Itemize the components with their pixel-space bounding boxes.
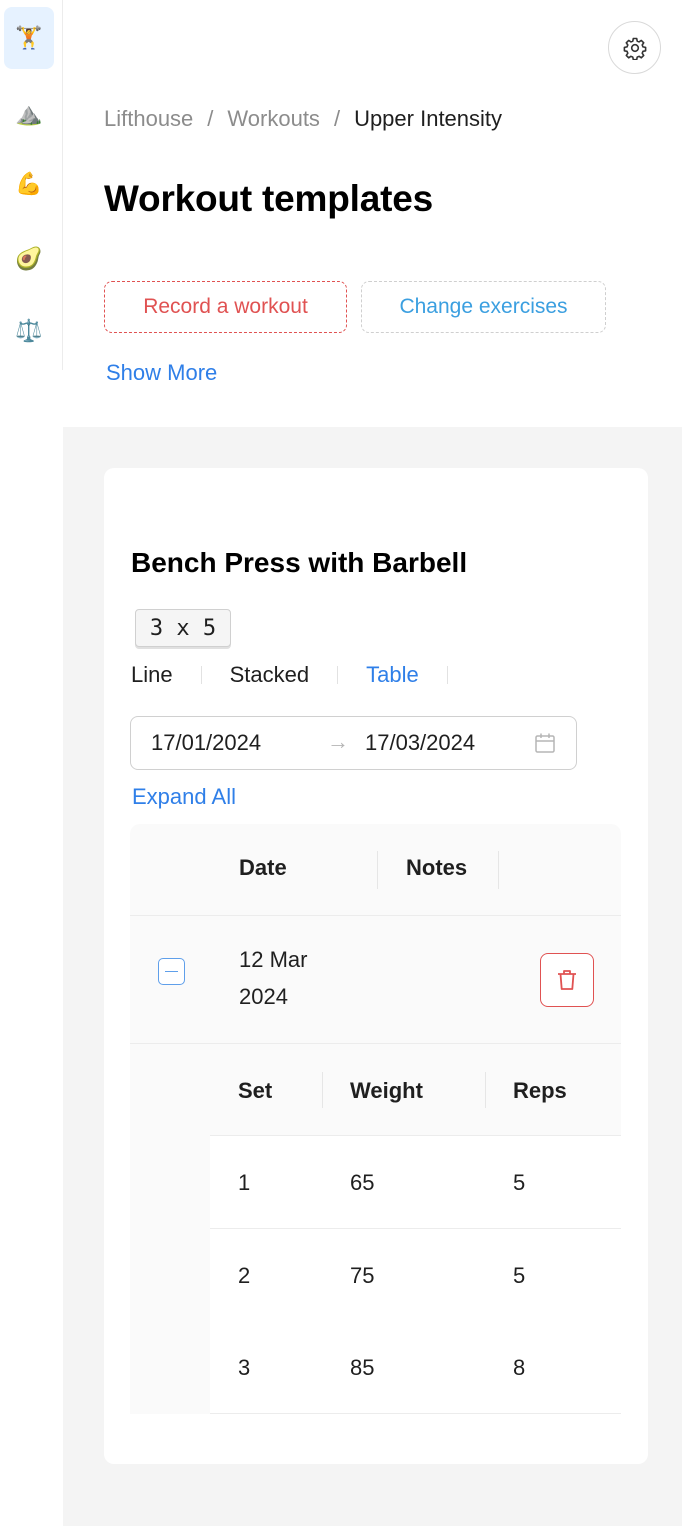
nav-item-weight[interactable]: ⚖️ (4, 300, 54, 362)
tab-divider (446, 666, 448, 684)
breadcrumb-item-current: Upper Intensity (354, 106, 503, 131)
column-divider (485, 1072, 486, 1108)
nav-rail: 🏋️ ⛰️ 💪 🥑 ⚖️ (0, 0, 63, 370)
page-title: Workout templates (104, 178, 433, 219)
minus-icon (165, 970, 178, 973)
range-end-input[interactable]: 17/03/2024 (365, 730, 475, 756)
settings-button[interactable] (608, 21, 661, 74)
range-arrow-icon: → (327, 729, 349, 754)
table-row: 12 Mar 2024 (130, 916, 621, 1044)
avocado-icon: 🥑 (15, 246, 43, 271)
tab-line[interactable]: Line (131, 662, 173, 688)
nav-item-muscle[interactable]: 💪 (4, 153, 54, 215)
breadcrumb-separator: / (207, 106, 214, 131)
show-more-link[interactable]: Show More (106, 360, 217, 386)
nav-item-nutrition[interactable]: 🥑 (4, 228, 54, 290)
weightlifter-icon: 🏋️ (15, 25, 43, 50)
column-header-date: Date (239, 855, 287, 880)
set-reps: 5 (513, 1263, 526, 1288)
set-number: 1 (238, 1170, 251, 1195)
column-divider (322, 1072, 323, 1108)
tab-stacked[interactable]: Stacked (230, 662, 310, 688)
trash-icon (558, 970, 576, 990)
tab-table[interactable]: Table (366, 662, 419, 688)
breadcrumb-separator: / (333, 106, 341, 131)
column-divider (498, 851, 499, 889)
column-header-reps: Reps (513, 1078, 567, 1103)
breadcrumb-item-lifthouse[interactable]: Lifthouse (104, 106, 193, 132)
set-weight: 85 (350, 1355, 375, 1380)
change-exercises-button[interactable]: Change exercises (361, 281, 606, 333)
row-date: 12 Mar 2024 (239, 947, 308, 1009)
table-header: Date Notes (130, 824, 621, 916)
set-weight: 65 (350, 1170, 375, 1195)
breadcrumb: Lifthouse / Workouts / Upper Intensity (104, 106, 502, 132)
view-tabs: Line Stacked Table (131, 662, 476, 688)
nav-item-mountain[interactable]: ⛰️ (4, 83, 54, 145)
column-header-notes: Notes (406, 855, 468, 880)
breadcrumb-item-workouts[interactable]: Workouts (227, 106, 320, 132)
workout-table: Date Notes 12 Mar 2024 Set Weight Reps 1 (130, 824, 621, 1414)
set-row: 3 85 8 (210, 1321, 621, 1414)
flexed-biceps-icon: 💪 (15, 171, 43, 196)
set-row: 2 75 5 (210, 1229, 621, 1322)
set-reps: 5 (513, 1170, 526, 1195)
collapse-row-button[interactable] (158, 958, 185, 985)
column-header-weight: Weight (350, 1078, 423, 1103)
tab-divider (337, 666, 339, 684)
set-row: 1 65 5 (210, 1136, 621, 1229)
set-weight: 75 (350, 1263, 375, 1288)
column-divider (377, 851, 378, 889)
nav-item-workouts[interactable]: 🏋️ (4, 7, 54, 69)
mountain-icon: ⛰️ (15, 101, 43, 126)
sets-table: Set Weight Reps 1 65 5 2 75 5 3 85 8 (210, 1044, 621, 1414)
set-reps: 8 (513, 1355, 526, 1380)
tab-divider (200, 666, 202, 684)
gear-icon (623, 37, 646, 60)
expand-all-link[interactable]: Expand All (132, 784, 236, 810)
balance-scale-icon: ⚖️ (15, 318, 43, 343)
sets-table-header: Set Weight Reps (210, 1044, 621, 1136)
record-workout-button[interactable]: Record a workout (104, 281, 347, 333)
set-number: 2 (238, 1263, 251, 1288)
calendar-icon (535, 733, 555, 753)
set-number: 3 (238, 1355, 251, 1380)
exercise-title: Bench Press with Barbell (131, 547, 468, 578)
range-start-input[interactable]: 17/01/2024 (151, 730, 261, 756)
date-range-picker[interactable]: 17/01/2024 → 17/03/2024 (130, 716, 577, 770)
column-header-set: Set (238, 1078, 273, 1103)
set-scheme-tag: 3 x 5 (135, 609, 231, 647)
delete-workout-button[interactable] (540, 953, 594, 1007)
